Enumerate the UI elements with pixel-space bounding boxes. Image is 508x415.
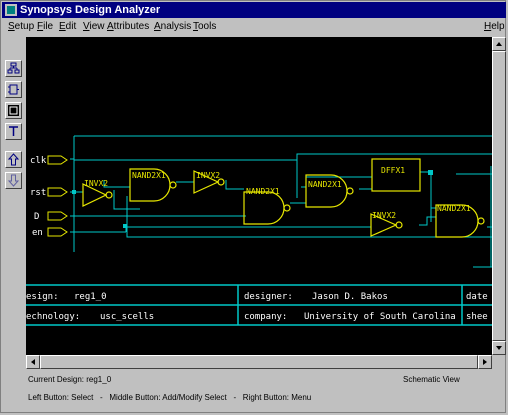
symbol-tool-icon [8, 84, 19, 95]
app-window: Synopsys Design Analyzer Setup File Edit… [0, 0, 507, 413]
down-tool-icon [7, 174, 20, 187]
horizontal-scroll-thumb[interactable] [40, 355, 478, 369]
cell-label-nand2: NAND2X1 [246, 187, 280, 196]
scroll-left-button[interactable] [26, 355, 40, 369]
horizontal-scrollbar[interactable] [26, 355, 492, 369]
nand-gate-2[interactable] [243, 191, 285, 225]
title-bar: Synopsys Design Analyzer [2, 2, 506, 18]
menu-bar: Setup File Edit View Attributes Analysis… [2, 18, 506, 36]
menu-file[interactable]: File [37, 18, 53, 36]
cell-label-nand1: NAND2X1 [132, 171, 166, 180]
technology-label: echnology: [26, 312, 80, 322]
dff-cell[interactable] [371, 158, 421, 192]
menu-setup[interactable]: Setup [8, 18, 34, 36]
menu-help[interactable]: Help [484, 18, 505, 36]
date-label: date [466, 292, 488, 302]
symbol-tool-button[interactable] [5, 81, 22, 98]
menu-edit[interactable]: Edit [59, 18, 76, 36]
vertical-scrollbar[interactable] [492, 37, 507, 355]
cell-label-nand3: NAND2X1 [308, 180, 342, 189]
port-label-clk: clk [30, 156, 47, 166]
design-value: reg1_0 [74, 292, 107, 302]
port-label-en: en [32, 228, 43, 238]
down-tool-button[interactable] [5, 172, 22, 189]
sheet-label: shee [466, 312, 488, 322]
text-tool-icon [9, 126, 18, 136]
window-title: Synopsys Design Analyzer [20, 4, 161, 16]
port-label-d: D [34, 212, 39, 222]
current-design-status: Current Design: reg1_0 [28, 375, 112, 384]
company-value: University of South Carolina [304, 312, 456, 322]
scroll-up-button[interactable] [492, 37, 506, 51]
scroll-down-button[interactable] [492, 341, 506, 355]
cell-label-inv1: INVX2 [84, 179, 108, 188]
menu-attributes[interactable]: Attributes [107, 18, 149, 36]
scroll-right-button[interactable] [478, 355, 492, 369]
text-tool-button[interactable] [5, 123, 22, 140]
menu-tools[interactable]: Tools [193, 18, 216, 36]
port-label-rst: rst [30, 188, 46, 198]
up-tool-button[interactable] [5, 151, 22, 168]
cell-label-nand4: NAND2X1 [437, 204, 471, 213]
schematic-tool-button[interactable] [5, 102, 22, 119]
cell-label-inv2: INVX2 [196, 171, 220, 180]
vertical-scroll-thumb[interactable] [492, 51, 506, 341]
schematic-drawing: clk rst D en INVX2 NAND2X1 INVX2 NAND2X1… [26, 135, 492, 326]
design-label: esign: [26, 292, 59, 302]
hierarchy-tool-button[interactable] [5, 60, 22, 77]
schematic-canvas[interactable]: clk rst D en INVX2 NAND2X1 INVX2 NAND2X1… [26, 37, 492, 355]
up-tool-icon [7, 153, 20, 166]
designer-label: designer: [244, 292, 293, 302]
schematic-tool-icon [8, 105, 19, 116]
technology-value: usc_scells [100, 312, 154, 322]
menu-analysis[interactable]: Analysis [154, 18, 191, 36]
company-label: company: [244, 312, 287, 322]
view-status: Schematic View [403, 375, 460, 384]
arrow-down-icon [496, 346, 502, 350]
cell-label-dff: DFFX1 [381, 166, 405, 175]
menu-view[interactable]: View [83, 18, 105, 36]
arrow-right-icon [483, 359, 487, 365]
hierarchy-tool-icon [7, 62, 20, 74]
designer-value: Jason D. Bakos [312, 292, 388, 302]
app-icon [5, 4, 17, 16]
arrow-up-icon [496, 42, 502, 46]
cell-label-inv3: INVX2 [372, 211, 396, 220]
mouse-buttons-help: Left Button: Select - Middle Button: Add… [28, 393, 312, 402]
arrow-left-icon [31, 359, 35, 365]
